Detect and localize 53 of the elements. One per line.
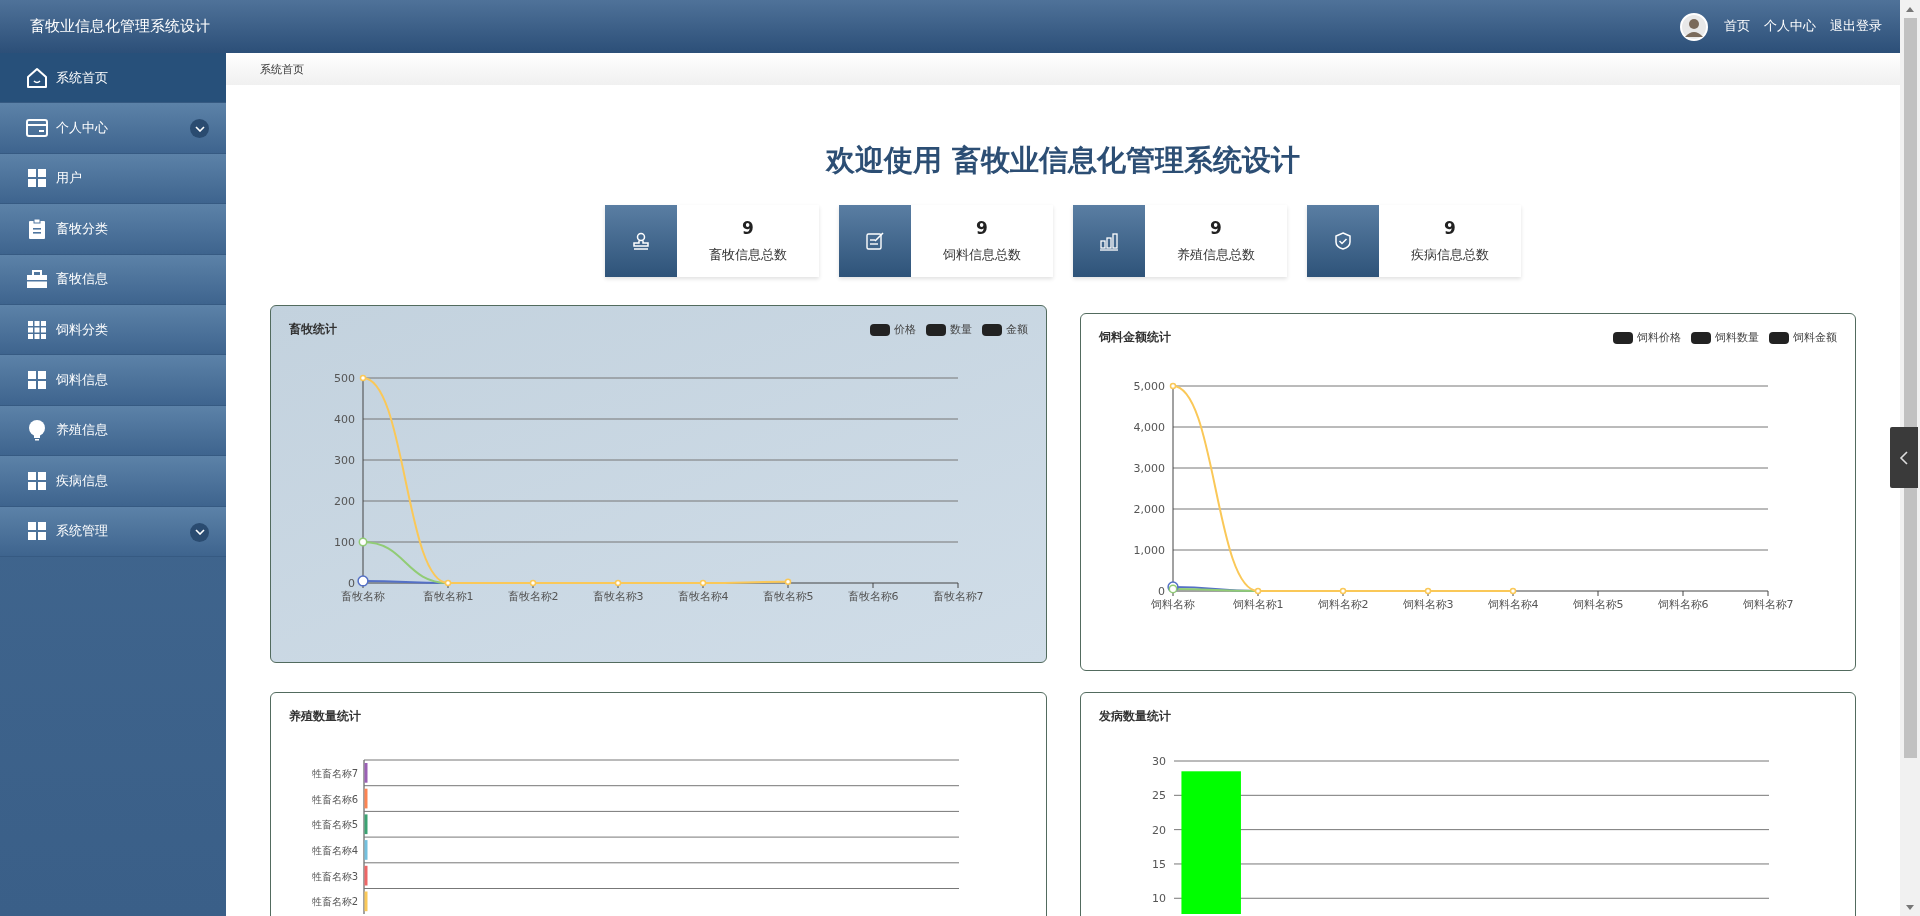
axis-label: 10: [1151, 892, 1166, 906]
axis-label: 30: [1151, 755, 1166, 768]
axis-label: 饲料名称7: [1742, 598, 1793, 611]
chart-title: 养殖数量统计: [289, 708, 361, 725]
axis-label: 20: [1151, 823, 1166, 837]
axis-label: 5,000: [1133, 380, 1165, 393]
axis-label: 畜牧名称6: [847, 590, 899, 603]
stat-label: 畜牧信息总数: [709, 246, 787, 264]
axis-label: 1,000: [1133, 544, 1165, 557]
axis-label: 0: [1157, 585, 1165, 598]
axis-label: 牲畜名称3: [311, 870, 358, 882]
axis-label: 饲料名称6: [1657, 598, 1708, 611]
axis-label: 牲畜名称2: [311, 896, 358, 908]
axis-label: 3,000: [1133, 462, 1165, 475]
axis-label: 饲料名称4: [1487, 598, 1538, 611]
axis-label: 畜牧名称2: [507, 590, 559, 603]
chart-title: 发病数量统计: [1098, 708, 1171, 725]
axis-label: 25: [1151, 789, 1166, 803]
welcome-heading: 欢迎使用 畜牧业信息化管理系统设计: [825, 142, 1301, 179]
axis-label: 畜牧名称1: [422, 590, 474, 603]
axis-label: 4,000: [1133, 421, 1165, 434]
axis-label: 牲畜名称4: [311, 844, 358, 856]
axis-label: 400: [334, 413, 355, 426]
axis-label: 300: [334, 454, 355, 467]
axis-label: 饲料名称1: [1232, 598, 1283, 611]
axis-label: 饲料名称3: [1402, 598, 1453, 611]
axis-label: 饲料名称5: [1572, 598, 1623, 611]
stat-value: 9: [742, 218, 754, 238]
axis-label: 200: [334, 495, 355, 508]
axis-label: 饲料名称: [1150, 598, 1195, 611]
stat-label: 疾病信息总数: [1411, 246, 1489, 264]
axis-label: 畜牧名称4: [677, 590, 729, 603]
stat-value: 9: [976, 218, 988, 238]
stat-value: 9: [1210, 218, 1222, 238]
axis-label: 500: [334, 372, 355, 385]
stat-label: 饲料信息总数: [943, 246, 1021, 264]
axis-label: 100: [334, 536, 355, 549]
stat-label: 养殖信息总数: [1177, 246, 1255, 264]
chart-title: 畜牧统计: [289, 321, 337, 338]
chart-title: 饲料金额统计: [1098, 329, 1171, 346]
axis-label: 牲畜名称5: [311, 819, 358, 831]
axis-label: 0: [348, 577, 355, 590]
axis-label: 畜牧名称5: [762, 590, 814, 603]
stat-value: 9: [1444, 218, 1456, 238]
app-title: 畜牧业信息化管理系统设计: [30, 17, 210, 36]
axis-label: 15: [1151, 857, 1166, 871]
axis-label: 饲料名称2: [1317, 598, 1368, 611]
axis-label: 牲畜名称7: [311, 767, 358, 779]
axis-label: 畜牧名称3: [592, 590, 644, 603]
axis-label: 畜牧名称7: [932, 590, 984, 603]
axis-label: 牲畜名称6: [311, 793, 358, 805]
axis-label: 2,000: [1133, 503, 1165, 516]
axis-label: 畜牧名称: [341, 590, 385, 603]
